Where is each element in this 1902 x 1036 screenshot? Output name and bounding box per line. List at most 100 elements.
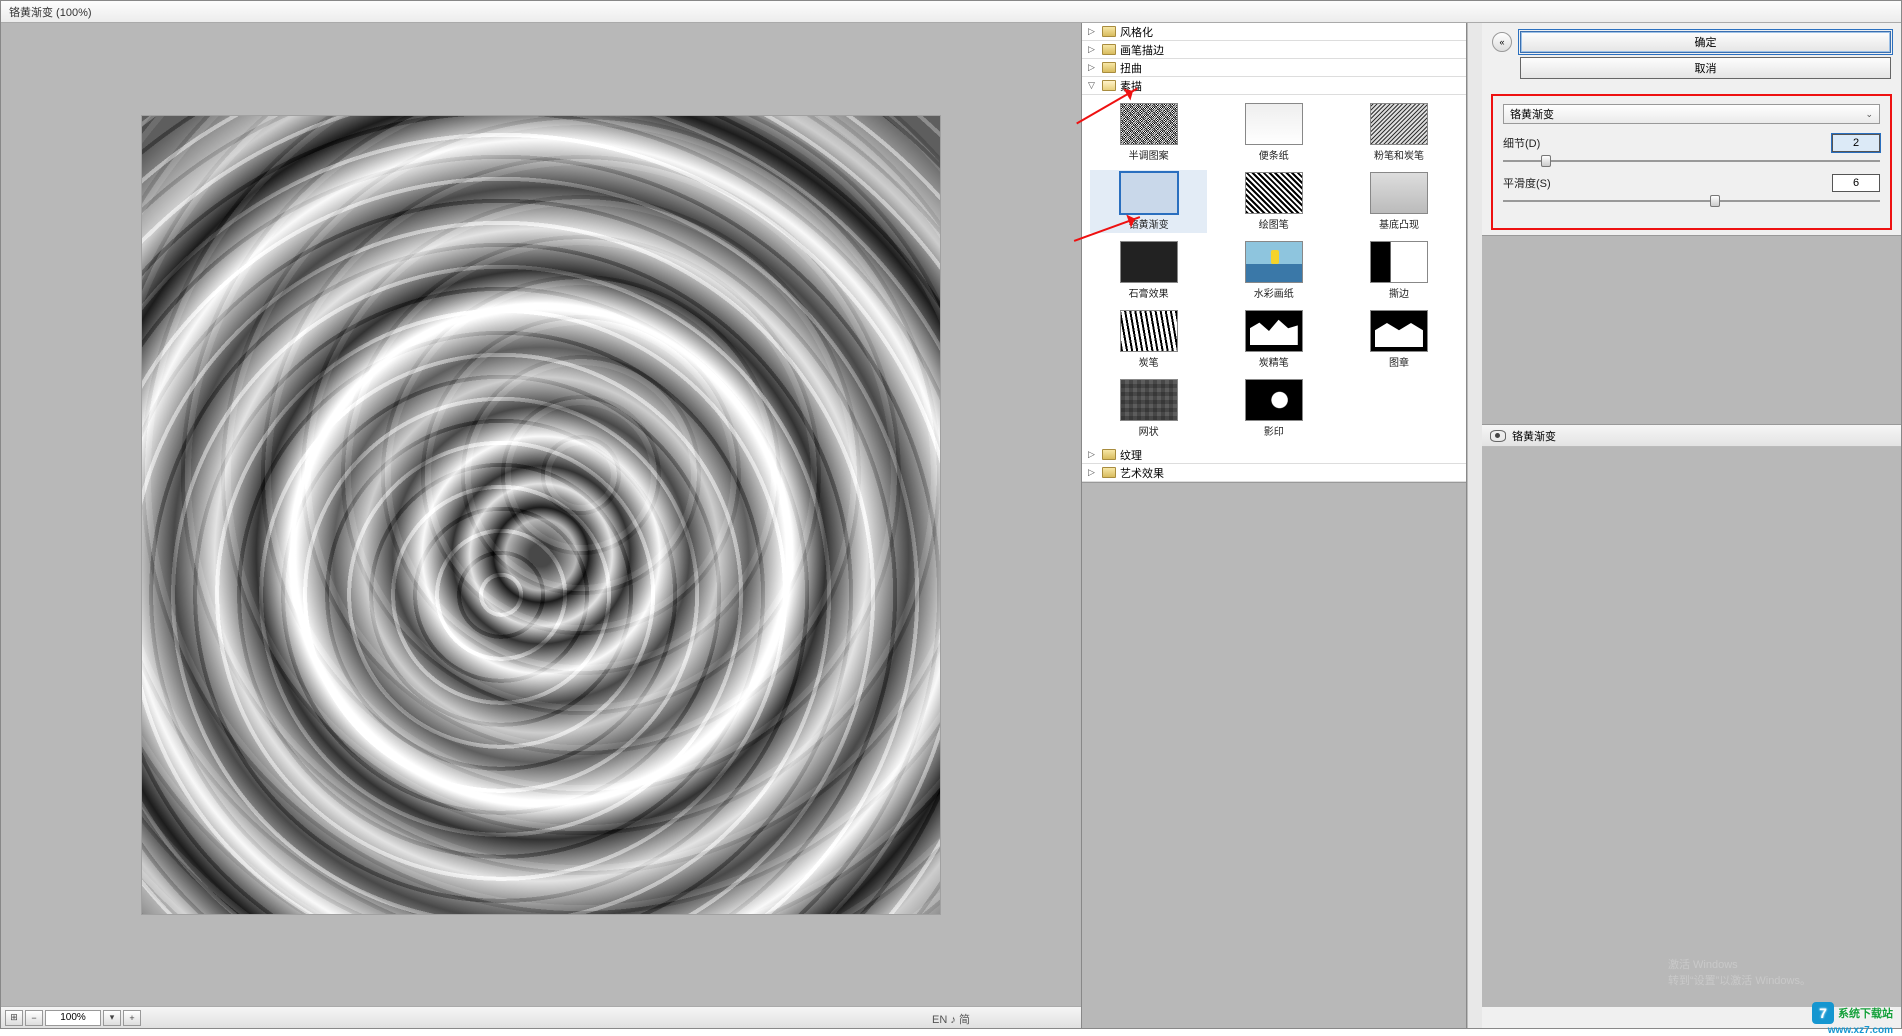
slider-thumb[interactable] bbox=[1710, 195, 1720, 207]
folder-icon bbox=[1102, 62, 1116, 73]
category-label: 艺术效果 bbox=[1120, 465, 1164, 481]
filter-browser-empty bbox=[1082, 482, 1466, 1028]
preview-column: ⊞ − ▾ + bbox=[1, 23, 1081, 1028]
preset-label: 铬黄渐变 bbox=[1510, 106, 1554, 122]
triangle-icon: ▷ bbox=[1088, 449, 1098, 460]
thumb-image bbox=[1120, 379, 1178, 421]
param-smooth-input[interactable] bbox=[1832, 174, 1880, 192]
thumb-label: 基底凸现 bbox=[1379, 216, 1419, 231]
filter-thumb-半调图案[interactable]: 半调图案 bbox=[1090, 101, 1207, 164]
watermark-url: www.xz7.com bbox=[1828, 1025, 1893, 1036]
thumb-label: 网状 bbox=[1139, 423, 1159, 438]
thumb-image bbox=[1245, 241, 1303, 283]
thumb-label: 便条纸 bbox=[1259, 147, 1289, 162]
thumb-label: 撕边 bbox=[1389, 285, 1409, 300]
filter-thumb-炭精笔[interactable]: 炭精笔 bbox=[1215, 308, 1332, 371]
zoom-out-button[interactable]: − bbox=[25, 1010, 43, 1026]
thumb-image bbox=[1370, 310, 1428, 352]
param-smooth-label: 平滑度(S) bbox=[1503, 175, 1551, 191]
cancel-button[interactable]: 取消 bbox=[1520, 57, 1891, 79]
button-row: « 确定 bbox=[1482, 23, 1901, 57]
zoom-dropdown[interactable]: ▾ bbox=[103, 1010, 121, 1026]
param-detail-row: 细节(D) bbox=[1503, 134, 1880, 152]
folder-icon bbox=[1102, 26, 1116, 37]
slider-thumb[interactable] bbox=[1541, 155, 1551, 167]
param-detail-input[interactable] bbox=[1832, 134, 1880, 152]
fit-button[interactable]: ⊞ bbox=[5, 1010, 23, 1026]
effect-layer-header[interactable]: 铬黄渐变 bbox=[1482, 425, 1901, 447]
site-watermark: 7 系统下载站 www.xz7.com bbox=[1812, 1002, 1893, 1024]
filter-thumb-图章[interactable]: 图章 bbox=[1340, 308, 1457, 371]
thumb-label: 水彩画纸 bbox=[1254, 285, 1294, 300]
category-艺术效果[interactable]: ▷ 艺术效果 bbox=[1082, 464, 1466, 482]
thumb-image bbox=[1245, 310, 1303, 352]
triangle-icon: ▷ bbox=[1088, 26, 1098, 37]
zoom-field[interactable] bbox=[45, 1010, 101, 1026]
category-label: 画笔描边 bbox=[1120, 42, 1164, 58]
category-画笔描边[interactable]: ▷ 画笔描边 bbox=[1082, 41, 1466, 59]
thumb-label: 半调图案 bbox=[1129, 147, 1169, 162]
thumb-label: 绘图笔 bbox=[1259, 216, 1289, 231]
window-title: 铬黄渐变 (100%) bbox=[9, 4, 92, 20]
effect-layer-body bbox=[1482, 447, 1901, 1007]
filter-browser-wrap: ▷风格化▷画笔描边▷扭曲▽素描半调图案便条纸粉笔和炭笔铬黄渐变绘图笔基底凸现石膏… bbox=[1082, 23, 1482, 1028]
triangle-icon: ▷ bbox=[1088, 467, 1098, 478]
filter-thumb-水彩画纸[interactable]: 水彩画纸 bbox=[1215, 239, 1332, 302]
filter-thumb-石膏效果[interactable]: 石膏效果 bbox=[1090, 239, 1207, 302]
category-label: 风格化 bbox=[1120, 24, 1153, 40]
cancel-row: 取消 bbox=[1482, 57, 1901, 89]
param-smooth-row: 平滑度(S) bbox=[1503, 174, 1880, 192]
watermark-text: 系统下载站 bbox=[1838, 1005, 1893, 1021]
filter-scrollbar[interactable] bbox=[1467, 23, 1482, 1028]
param-detail-slider[interactable] bbox=[1503, 154, 1880, 168]
category-纹理[interactable]: ▷ 纹理 bbox=[1082, 446, 1466, 464]
triangle-icon: ▷ bbox=[1088, 44, 1098, 55]
slider-track bbox=[1503, 200, 1880, 202]
filter-thumb-影印[interactable]: 影印 bbox=[1215, 377, 1332, 440]
chevron-down-icon: ⌄ bbox=[1865, 109, 1873, 120]
thumb-image bbox=[1370, 103, 1428, 145]
collapse-button[interactable]: « bbox=[1492, 32, 1512, 52]
ime-text: EN ♪ 简 bbox=[932, 1011, 970, 1027]
ok-button[interactable]: 确定 bbox=[1520, 31, 1891, 53]
watermark-logo: 7 bbox=[1812, 1002, 1834, 1024]
filter-thumb-绘图笔[interactable]: 绘图笔 bbox=[1215, 170, 1332, 233]
thumb-image bbox=[1245, 379, 1303, 421]
thumb-label: 图章 bbox=[1389, 354, 1409, 369]
filter-thumb-铬黄渐变[interactable]: 铬黄渐变 bbox=[1090, 170, 1207, 233]
thumb-image bbox=[1120, 241, 1178, 283]
filter-preset-select[interactable]: 铬黄渐变 ⌄ bbox=[1503, 104, 1880, 124]
param-detail-label: 细节(D) bbox=[1503, 135, 1540, 151]
filter-thumb-便条纸[interactable]: 便条纸 bbox=[1215, 101, 1332, 164]
filter-thumb-粉笔和炭笔[interactable]: 粉笔和炭笔 bbox=[1340, 101, 1457, 164]
eye-icon[interactable] bbox=[1490, 430, 1506, 442]
settings-column: « 确定 取消 铬黄渐变 ⌄ 细节(D) bbox=[1482, 23, 1901, 1028]
main-area: ⊞ − ▾ + ▷风格化▷画笔描边▷扭曲▽素描半调图案便条纸粉笔和炭笔铬黄渐变绘… bbox=[1, 23, 1901, 1028]
filter-thumb-撕边[interactable]: 撕边 bbox=[1340, 239, 1457, 302]
parameters-panel: 铬黄渐变 ⌄ 细节(D) 平滑度(S) bbox=[1492, 95, 1891, 229]
thumb-label: 炭笔 bbox=[1139, 354, 1159, 369]
slider-track bbox=[1503, 160, 1880, 162]
thumb-image bbox=[1370, 241, 1428, 283]
effect-layer-name: 铬黄渐变 bbox=[1512, 428, 1556, 444]
effect-layer-stack: 铬黄渐变 bbox=[1482, 425, 1901, 1007]
zoom-in-button[interactable]: + bbox=[123, 1010, 141, 1026]
preview-image bbox=[141, 115, 941, 915]
folder-icon bbox=[1102, 44, 1116, 55]
thumb-label: 石膏效果 bbox=[1129, 285, 1169, 300]
thumb-image bbox=[1245, 103, 1303, 145]
filter-thumb-基底凸现[interactable]: 基底凸现 bbox=[1340, 170, 1457, 233]
param-smooth-slider[interactable] bbox=[1503, 194, 1880, 208]
thumb-image bbox=[1120, 172, 1178, 214]
thumb-image bbox=[1120, 310, 1178, 352]
filter-browser: ▷风格化▷画笔描边▷扭曲▽素描半调图案便条纸粉笔和炭笔铬黄渐变绘图笔基底凸现石膏… bbox=[1082, 23, 1467, 1028]
thumb-label: 炭精笔 bbox=[1259, 354, 1289, 369]
category-label: 纹理 bbox=[1120, 447, 1142, 463]
thumb-image bbox=[1370, 172, 1428, 214]
thumb-label: 粉笔和炭笔 bbox=[1374, 147, 1424, 162]
category-风格化[interactable]: ▷ 风格化 bbox=[1082, 23, 1466, 41]
category-扭曲[interactable]: ▷扭曲 bbox=[1082, 59, 1466, 77]
filter-thumb-网状[interactable]: 网状 bbox=[1090, 377, 1207, 440]
preview-canvas[interactable] bbox=[1, 23, 1081, 1006]
filter-thumb-炭笔[interactable]: 炭笔 bbox=[1090, 308, 1207, 371]
